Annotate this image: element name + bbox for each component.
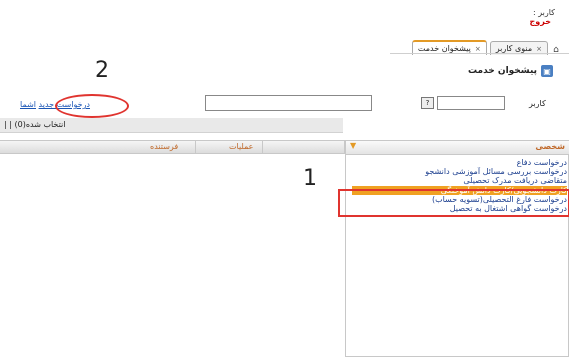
user-field-label: کاربر [529,99,546,108]
extra-link[interactable]: اشما [20,100,36,109]
column-header-sender[interactable]: فرستنده [150,142,178,151]
column-divider [195,140,196,154]
page-icon: ▣ [541,65,553,77]
user-line: کاربر : خروج [480,6,555,26]
help-button[interactable]: ? [421,97,434,109]
service-item[interactable]: درخواست بررسی مسائل آموزشی دانشجو [352,167,567,176]
chevron-down-icon[interactable]: ▼ [350,141,356,150]
selected-count: انتخاب شده(0) | | [4,120,66,129]
tab-divider [390,53,569,54]
user-label: کاربر : [533,8,555,17]
page-title-text: پیشخوان خدمت [467,66,537,76]
user-name-redacted [480,6,531,15]
service-item[interactable]: درخواست دفاع [352,158,567,167]
annotation-step-1: 1 [303,166,317,191]
tab-label: منوی کاربر [495,44,533,53]
column-header-operations[interactable]: عملیات [229,142,253,151]
side-panel-title: شخصی [535,142,565,151]
page-title: ▣ پیشخوان خدمت [468,65,553,77]
logout-link[interactable]: خروج [530,17,551,26]
search-input[interactable] [205,95,372,111]
column-divider [262,140,263,154]
annotation-step-2: 2 [95,58,109,83]
annotation-circle [55,94,129,118]
annotation-rectangle [338,189,569,217]
close-icon[interactable]: × [536,45,542,53]
close-icon[interactable]: × [475,45,481,53]
user-input[interactable] [437,96,505,110]
redaction-box [373,91,418,113]
service-item[interactable]: متقاضی دریافت مدرک تحصیلی [352,176,567,185]
tab-label: پیشخوان خدمت [417,44,471,53]
